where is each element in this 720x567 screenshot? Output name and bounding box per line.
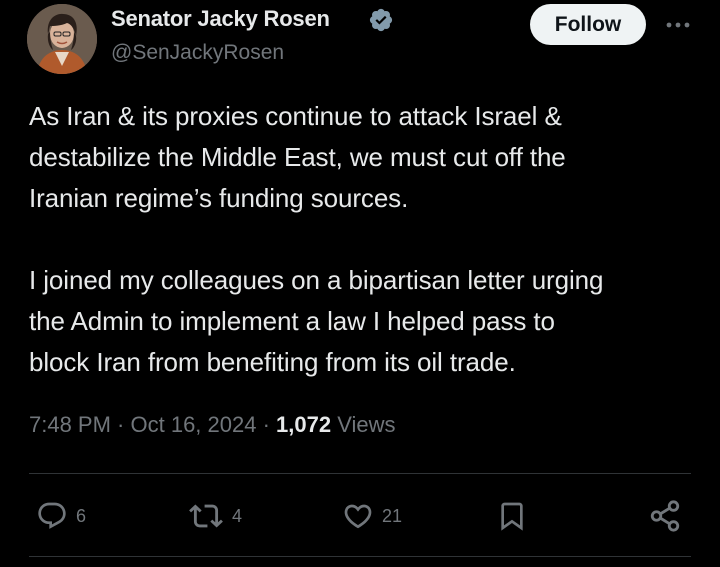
views-label: Views: [337, 412, 396, 437]
divider: [29, 556, 691, 557]
reply-count: 6: [76, 505, 87, 526]
repost-icon: [189, 504, 223, 528]
like-count: 21: [382, 505, 403, 526]
reply-icon: [38, 502, 66, 529]
views-count: 1,072: [276, 412, 332, 437]
like-heart-icon: [344, 504, 372, 529]
avatar-image: [27, 4, 97, 74]
tweet-meta: 7:48 PM · Oct 16, 2024 · 1,072 Views: [29, 412, 396, 438]
tweet-text: As Iran & its proxies continue to attack…: [29, 96, 699, 383]
repost-count: 4: [232, 505, 243, 526]
tweet-time[interactable]: 7:48 PM: [29, 412, 111, 437]
bookmark-icon: [501, 502, 523, 531]
repost-button[interactable]: 4: [188, 499, 242, 533]
more-horizontal-icon: [666, 22, 690, 28]
display-name[interactable]: Senator Jacky Rosen: [111, 6, 330, 32]
follow-button[interactable]: Follow: [530, 4, 646, 45]
tweet-paragraph: I joined my colleagues on a bipartisan l…: [29, 265, 604, 377]
share-button[interactable]: [648, 499, 682, 533]
like-button[interactable]: 21: [342, 499, 402, 533]
tweet-date[interactable]: Oct 16, 2024: [131, 412, 257, 437]
user-handle[interactable]: @SenJackyRosen: [111, 41, 284, 65]
avatar[interactable]: [27, 4, 97, 74]
share-icon: [650, 500, 680, 532]
tweet-paragraph: As Iran & its proxies continue to attack…: [29, 101, 566, 213]
meta-separator: ·: [256, 412, 277, 437]
reply-button[interactable]: 6: [36, 499, 86, 533]
bookmark-button[interactable]: [496, 499, 528, 533]
more-options-button[interactable]: [664, 12, 692, 38]
verified-badge-icon: [369, 8, 393, 32]
meta-separator: ·: [110, 412, 131, 437]
divider: [29, 473, 691, 474]
